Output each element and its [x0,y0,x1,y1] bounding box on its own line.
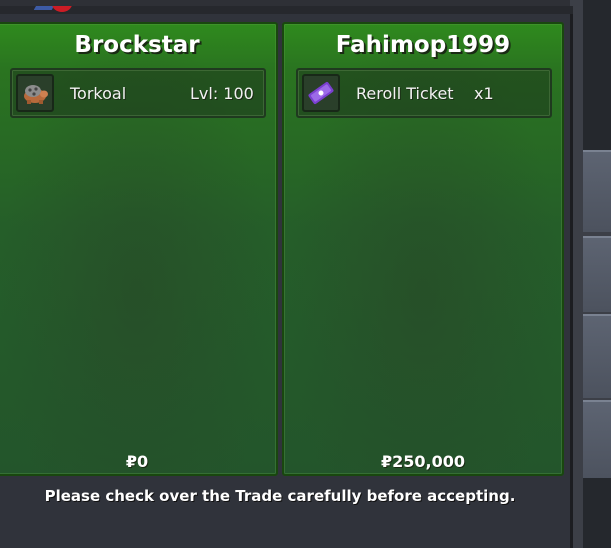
game-logo-icon [34,6,74,14]
item-quantity: x1 [474,84,494,103]
torkoal-icon [16,74,54,112]
money-offer: ₽250,000 [380,452,465,471]
money-offer: ₽0 [125,452,149,471]
window-header-bar [0,6,573,14]
background-tile [583,314,611,398]
reroll-ticket-icon [302,74,340,112]
offer-item-row[interactable]: Torkoal Lvl: 100 [10,68,266,118]
background-tile [583,236,611,312]
trade-window: Brockstar Torkoal Lvl: 100 ₽0 Fahimop199 [0,6,573,548]
trade-panel-right: Fahimop1999 Reroll Ticket x1 ₽250,000 [282,22,564,476]
background-shadow [583,0,611,150]
item-name: Reroll Ticket [356,84,454,103]
trade-notice: Please check over the Trade carefully be… [44,487,516,505]
trade-panel-left: Brockstar Torkoal Lvl: 100 ₽0 [0,22,278,476]
item-name: Torkoal [70,84,127,103]
trader-name: Brockstar [74,32,200,58]
item-level: Lvl: 100 [190,84,254,103]
background-tile [583,150,611,232]
offer-item-row[interactable]: Reroll Ticket x1 [296,68,552,118]
trader-name: Fahimop1999 [335,32,511,58]
background-shadow [583,478,611,548]
background-tile [583,400,611,480]
